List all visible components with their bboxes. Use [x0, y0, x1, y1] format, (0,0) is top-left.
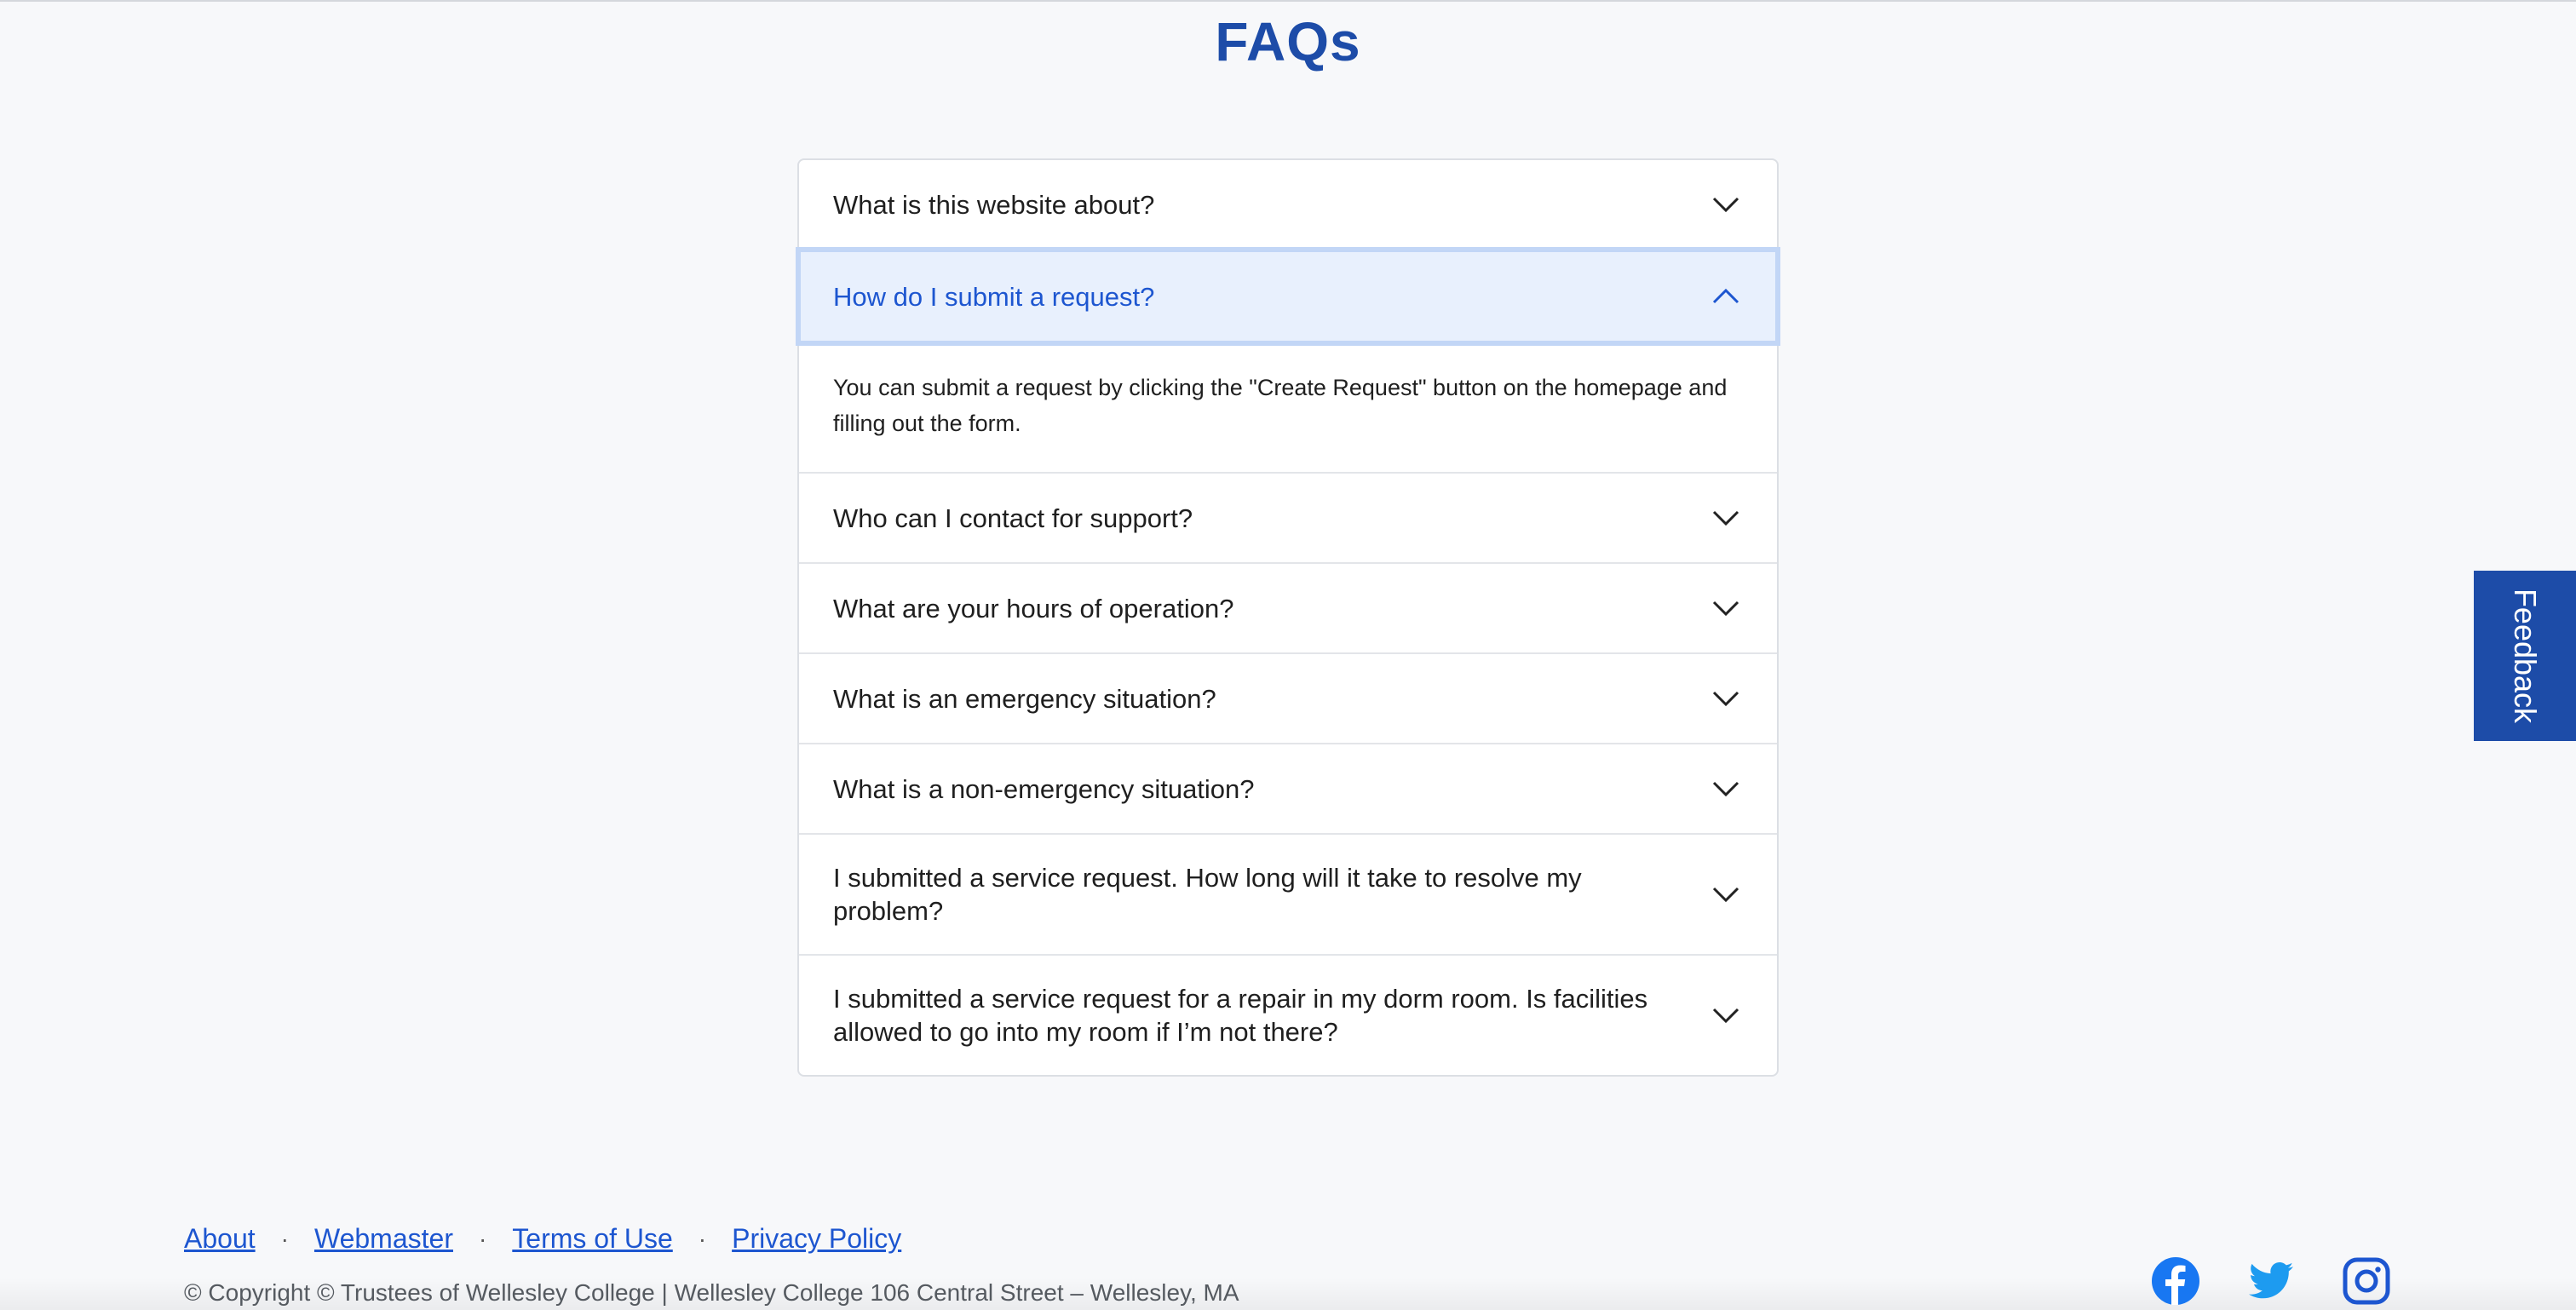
faq-item: Who can I contact for support? [799, 472, 1777, 562]
feedback-label: Feedback [2508, 588, 2544, 724]
faq-item: What is this website about? [799, 160, 1777, 249]
footer-separator: · [478, 1225, 487, 1252]
chevron-up-icon [1709, 279, 1743, 313]
page-title: FAQs [1215, 11, 1361, 72]
faq-question-text: I submitted a service request. How long … [833, 863, 1582, 926]
faq-question-text: What is a non-emergency situation? [833, 773, 1255, 804]
faq-question-text: How do I submit a request? [833, 281, 1155, 312]
faq-question-button[interactable]: I submitted a service request for a repa… [799, 956, 1777, 1075]
footer-link-webmaster[interactable]: Webmaster [314, 1223, 453, 1255]
footer-links: About · Webmaster · Terms of Use · Priva… [184, 1223, 901, 1255]
chevron-down-icon [1709, 998, 1743, 1032]
faq-item-expanded: How do I submit a request? You can submi… [796, 247, 1780, 472]
faq-item: What is a non-emergency situation? [799, 743, 1777, 833]
social-links [2150, 1255, 2392, 1307]
faq-question-button[interactable]: What is a non-emergency situation? [799, 744, 1777, 833]
chevron-down-icon [1709, 681, 1743, 715]
faq-item: What are your hours of operation? [799, 562, 1777, 652]
chevron-down-icon [1709, 772, 1743, 806]
top-border [0, 0, 2576, 2]
faq-question-button[interactable]: What is an emergency situation? [799, 654, 1777, 743]
faq-question-text: Who can I contact for support? [833, 503, 1193, 533]
faq-question-button[interactable]: How do I submit a request? [796, 247, 1780, 346]
faq-question-button[interactable]: I submitted a service request. How long … [799, 835, 1777, 954]
footer-link-privacy[interactable]: Privacy Policy [732, 1223, 901, 1255]
twitter-icon[interactable] [2245, 1255, 2297, 1307]
copyright-text: © Copyright © Trustees of Wellesley Coll… [184, 1279, 1239, 1306]
faq-item: I submitted a service request. How long … [799, 833, 1777, 954]
footer-link-about[interactable]: About [184, 1223, 256, 1255]
faq-question-text: What is this website about? [833, 189, 1155, 220]
footer-separator: · [698, 1225, 707, 1252]
faq-question-text: What are your hours of operation? [833, 593, 1234, 623]
faq-question-button[interactable]: What are your hours of operation? [799, 564, 1777, 652]
chevron-down-icon [1709, 501, 1743, 535]
faq-question-button[interactable]: Who can I contact for support? [799, 474, 1777, 562]
feedback-button[interactable]: Feedback [2474, 571, 2576, 741]
footer-separator: · [280, 1225, 289, 1252]
chevron-down-icon [1709, 187, 1743, 221]
faq-question-text: What is an emergency situation? [833, 683, 1216, 714]
faq-answer: You can submit a request by clicking the… [833, 375, 1728, 436]
facebook-icon[interactable] [2150, 1255, 2201, 1307]
faq-question-text: I submitted a service request for a repa… [833, 984, 1648, 1047]
faq-item: I submitted a service request for a repa… [799, 954, 1777, 1075]
faq-question-button[interactable]: What is this website about? [799, 160, 1777, 249]
chevron-down-icon [1709, 591, 1743, 625]
faq-item: What is an emergency situation? [799, 652, 1777, 743]
footer-link-terms[interactable]: Terms of Use [512, 1223, 672, 1255]
chevron-down-icon [1709, 877, 1743, 911]
instagram-icon[interactable] [2341, 1255, 2392, 1307]
faq-accordion: What is this website about? How do I sub… [796, 158, 1780, 1077]
